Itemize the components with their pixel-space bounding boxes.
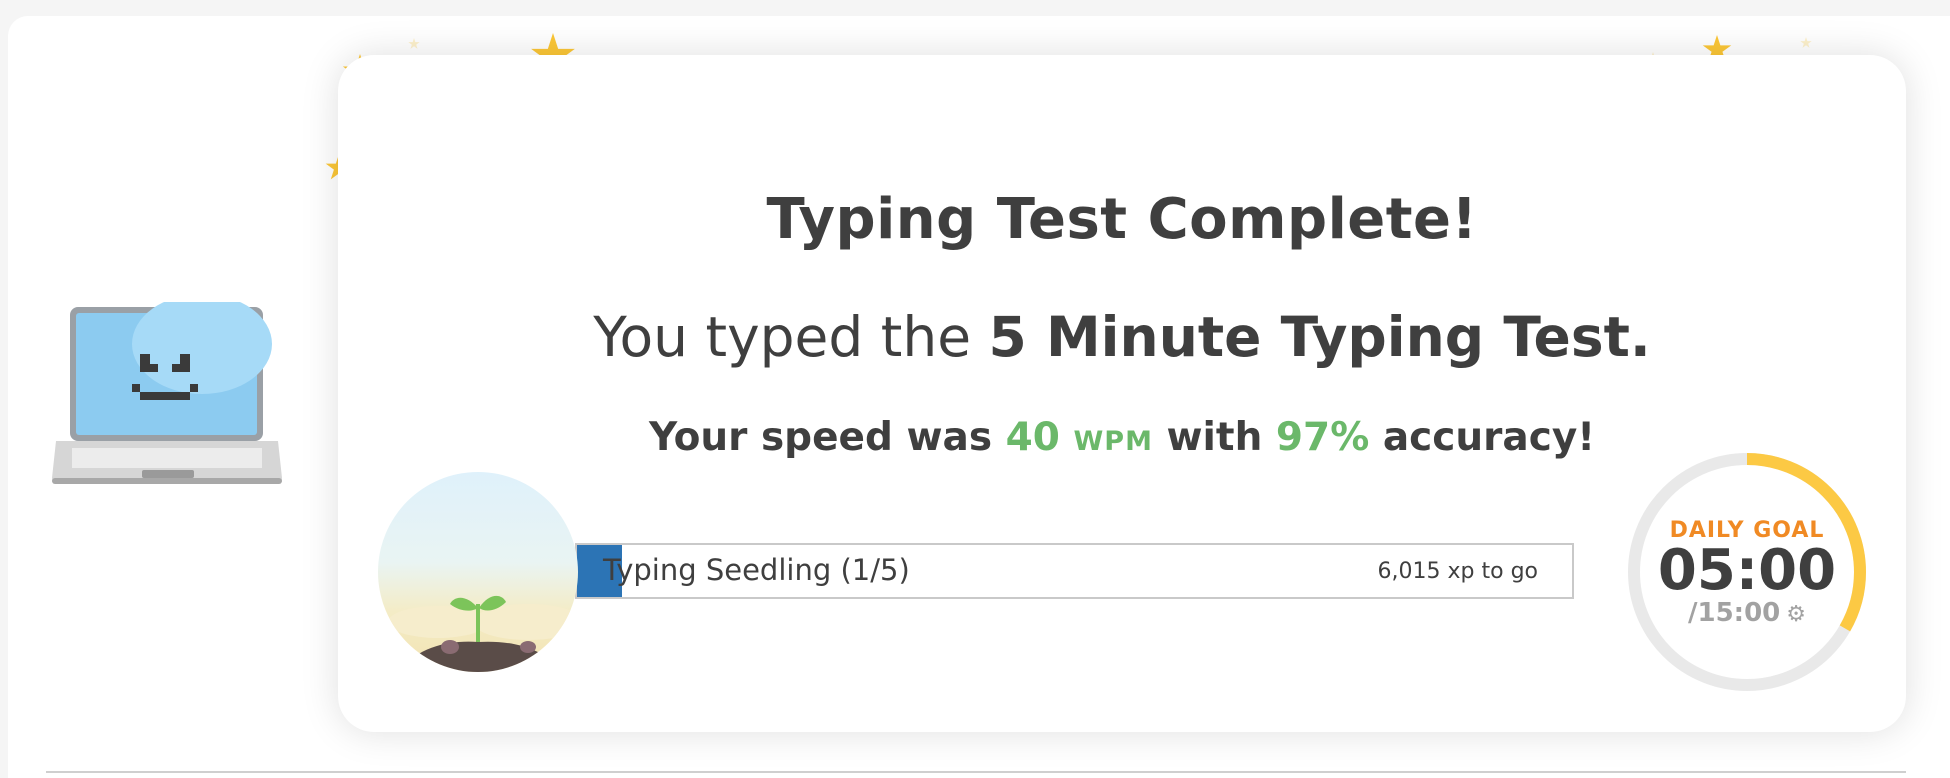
rank-label: Typing Seedling (1/5) [603,553,910,587]
with-word: with [1152,415,1276,460]
daily-goal-time: 05:00 [1657,538,1837,603]
rank-badge [378,472,578,672]
rank-progress-bar: Typing Seedling (1/5) 6,015 xp to go [575,543,1574,599]
gear-icon[interactable]: ⚙ [1786,602,1806,627]
xp-to-go: 6,015 xp to go [1377,559,1538,584]
daily-goal-widget[interactable]: DAILY GOAL 05:00 /15:00 ⚙ [1627,452,1867,692]
wpm-unit: WPM [1073,426,1153,457]
accuracy-suffix: accuracy! [1369,415,1596,460]
seedling-icon [378,472,578,672]
daily-goal-total-value: /15:00 [1688,598,1781,628]
star-icon [408,38,420,49]
daily-goal-total: /15:00 ⚙ [1627,598,1867,628]
laptop-mascot-icon [52,302,282,484]
speed-prefix: Your speed was [648,415,1006,460]
test-summary: You typed the 5 Minute Typing Test. [338,305,1906,369]
test-summary-prefix: You typed the [593,305,989,369]
accuracy-value: 97% [1275,415,1370,460]
wpm-value: 40 [1005,415,1060,460]
test-name: 5 Minute Typing Test. [988,305,1651,369]
results-title: Typing Test Complete! [766,187,1478,252]
star-icon [1800,37,1812,48]
